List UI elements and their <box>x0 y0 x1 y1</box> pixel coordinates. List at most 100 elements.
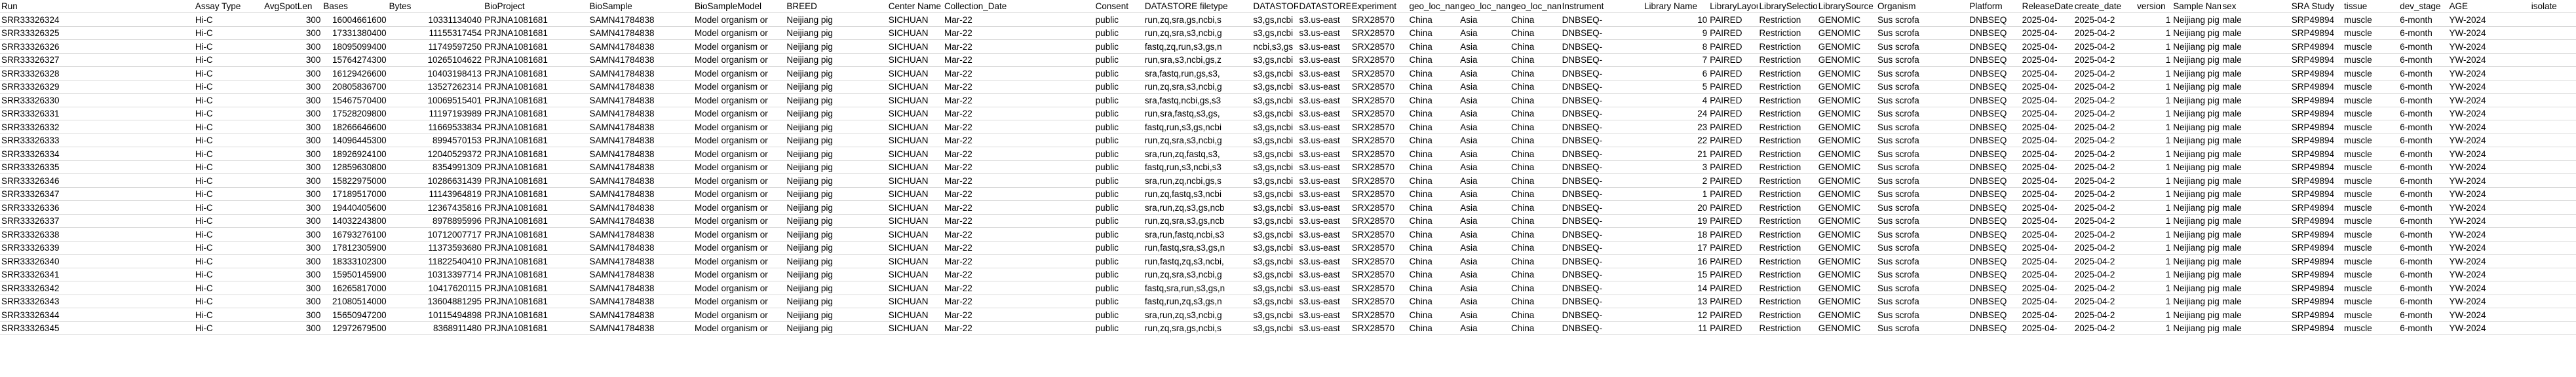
table-cell[interactable]: fastq,run,s3,gs,ncbi <box>1144 121 1252 134</box>
column-header[interactable]: Run <box>0 0 194 12</box>
table-cell[interactable]: 16793276100 <box>322 228 387 241</box>
table-cell[interactable]: Restriction <box>1758 161 1817 173</box>
table-cell[interactable]: China <box>1408 255 1459 268</box>
table-cell[interactable]: SRR33326324 <box>0 14 194 26</box>
column-header[interactable]: Center Name <box>887 0 943 12</box>
table-cell[interactable]: PAIRED <box>1708 41 1758 53</box>
table-cell[interactable]: SRP49894 <box>2290 67 2343 80</box>
table-cell[interactable]: Neijiang pig <box>2172 255 2221 268</box>
table-cell[interactable]: PAIRED <box>1708 228 1758 241</box>
table-cell[interactable]: China <box>1510 67 1561 80</box>
table-cell[interactable]: 1 <box>2136 188 2172 200</box>
table-cell[interactable]: China <box>1408 148 1459 160</box>
table-cell[interactable]: PRJNA1081681 <box>483 41 588 53</box>
table-cell[interactable]: 2025-04-2 <box>2073 67 2136 80</box>
table-cell[interactable]: 11669533834 <box>388 121 483 134</box>
column-header[interactable]: Platform <box>1968 0 2020 12</box>
column-header[interactable]: dev_stage <box>2398 0 2448 12</box>
table-cell[interactable]: Sus scrofa <box>1876 121 1968 134</box>
table-cell[interactable]: 6 <box>1643 67 1708 80</box>
table-cell[interactable]: Restriction <box>1758 309 1817 321</box>
table-cell[interactable]: Asia <box>1459 188 1510 200</box>
table-cell[interactable]: public <box>1094 148 1144 160</box>
table-cell[interactable]: GENOMIC <box>1817 148 1876 160</box>
table-cell[interactable]: DNBSEQ- <box>1561 188 1643 200</box>
table-cell[interactable]: Asia <box>1459 228 1510 241</box>
table-cell[interactable]: Sus scrofa <box>1876 94 1968 107</box>
table-cell[interactable]: male <box>2221 188 2290 200</box>
table-cell[interactable]: YW-2024 <box>2448 295 2529 308</box>
table-cell[interactable]: DNBSEQ <box>1968 268 2020 281</box>
table-cell[interactable]: muscle <box>2343 309 2398 321</box>
table-cell[interactable]: public <box>1094 309 1144 321</box>
table-cell[interactable]: 9 <box>1643 27 1708 39</box>
table-cell[interactable]: SRP49894 <box>2290 134 2343 147</box>
table-cell[interactable]: SAMN41784838 <box>588 255 693 268</box>
table-cell[interactable]: PRJNA1081681 <box>483 228 588 241</box>
table-cell[interactable]: SRR33326347 <box>0 188 194 200</box>
table-cell[interactable]: Model organism or <box>693 134 785 147</box>
table-cell[interactable]: SAMN41784838 <box>588 202 693 214</box>
table-cell[interactable]: Model organism or <box>693 255 785 268</box>
table-cell[interactable]: SICHUAN <box>887 134 943 147</box>
table-cell[interactable]: China <box>1408 81 1459 93</box>
table-cell[interactable]: run,sra,fastq,s3,gs, <box>1144 107 1252 120</box>
table-cell[interactable]: s3.us-east <box>1298 107 1351 120</box>
table-cell[interactable]: male <box>2221 27 2290 39</box>
table-cell[interactable]: 2025-04- <box>2021 27 2073 39</box>
table-cell[interactable]: SICHUAN <box>887 228 943 241</box>
table-cell[interactable]: China <box>1510 215 1561 227</box>
table-cell[interactable]: s3,gs,ncbi <box>1252 94 1298 107</box>
table-cell[interactable]: Restriction <box>1758 41 1817 53</box>
table-cell[interactable]: s3.us-east <box>1298 228 1351 241</box>
table-cell[interactable]: 6-month <box>2398 202 2448 214</box>
table-cell[interactable]: 6-month <box>2398 242 2448 254</box>
table-cell[interactable]: China <box>1408 121 1459 134</box>
table-cell[interactable]: s3.us-east <box>1298 121 1351 134</box>
table-cell[interactable]: 2025-04- <box>2021 148 2073 160</box>
table-cell[interactable]: s3,gs,ncbi <box>1252 27 1298 39</box>
table-cell[interactable]: 12 <box>1643 309 1708 321</box>
table-cell[interactable]: 6-month <box>2398 161 2448 173</box>
column-header[interactable]: Bases <box>322 0 387 12</box>
table-cell[interactable]: YW-2024 <box>2448 255 2529 268</box>
table-cell[interactable]: public <box>1094 282 1144 295</box>
table-cell[interactable]: China <box>1510 14 1561 26</box>
table-cell[interactable]: 6-month <box>2398 228 2448 241</box>
table-cell[interactable]: 300 <box>263 148 322 160</box>
table-cell[interactable]: Neijiang pig <box>785 268 887 281</box>
table-cell[interactable]: YW-2024 <box>2448 148 2529 160</box>
table-cell[interactable]: 22 <box>1643 134 1708 147</box>
column-header[interactable]: AvgSpotLen <box>263 0 322 12</box>
table-cell[interactable]: Neijiang pig <box>785 295 887 308</box>
table-cell[interactable]: Neijiang pig <box>2172 107 2221 120</box>
table-cell[interactable]: Sus scrofa <box>1876 202 1968 214</box>
table-cell[interactable]: PRJNA1081681 <box>483 309 588 321</box>
table-cell[interactable]: SRP49894 <box>2290 14 2343 26</box>
table-cell[interactable]: DNBSEQ <box>1968 81 2020 93</box>
table-cell[interactable]: SAMN41784838 <box>588 94 693 107</box>
table-cell[interactable]: Model organism or <box>693 309 785 321</box>
table-cell[interactable]: Mar-22 <box>943 54 1094 66</box>
table-cell[interactable]: 10265104622 <box>388 54 483 66</box>
table-cell[interactable]: GENOMIC <box>1817 81 1876 93</box>
table-cell[interactable]: China <box>1510 54 1561 66</box>
table-cell[interactable]: 14 <box>1643 282 1708 295</box>
table-cell[interactable]: Restriction <box>1758 322 1817 334</box>
table-cell[interactable]: SRX28570 <box>1351 255 1408 268</box>
table-cell[interactable]: 21 <box>1643 148 1708 160</box>
column-header[interactable]: Sample Name <box>2172 0 2221 12</box>
table-cell[interactable]: 2025-04- <box>2021 54 2073 66</box>
table-cell[interactable]: Restriction <box>1758 202 1817 214</box>
table-cell[interactable]: run,fastq,zq,s3,ncbi, <box>1144 255 1252 268</box>
table-cell[interactable]: 17 <box>1643 242 1708 254</box>
table-cell[interactable]: PRJNA1081681 <box>483 148 588 160</box>
table-cell[interactable]: Model organism or <box>693 67 785 80</box>
table-cell[interactable]: DNBSEQ <box>1968 67 2020 80</box>
table-cell[interactable]: sra,run,fastq,ncbi,s3 <box>1144 228 1252 241</box>
table-cell[interactable]: PRJNA1081681 <box>483 202 588 214</box>
table-cell[interactable]: 1 <box>2136 295 2172 308</box>
table-cell[interactable]: SRP49894 <box>2290 54 2343 66</box>
table-cell[interactable]: 3 <box>1643 161 1708 173</box>
column-header[interactable]: BREED <box>785 0 887 12</box>
